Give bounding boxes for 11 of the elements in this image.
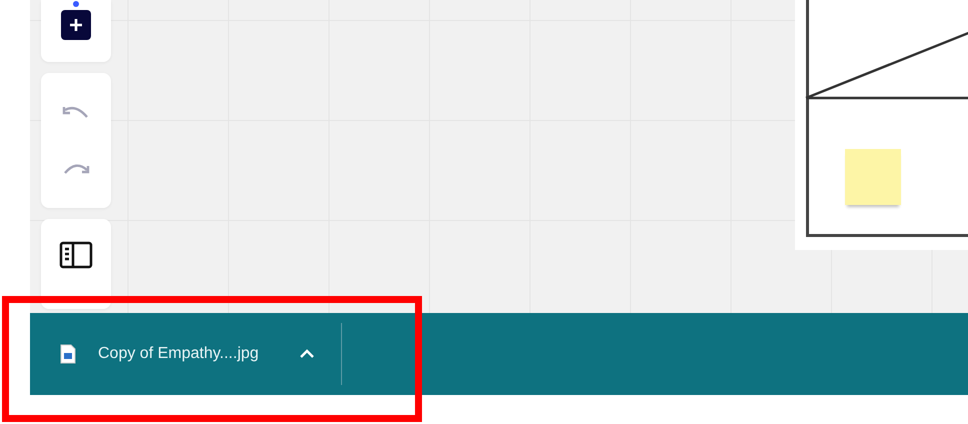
plus-icon — [68, 17, 84, 33]
file-name: Copy of Empathy....jpg — [98, 345, 259, 363]
chevron-up-icon — [298, 349, 315, 359]
add-button[interactable] — [61, 10, 91, 40]
sidebar-icon — [59, 241, 93, 269]
notification-dot-icon — [73, 1, 79, 7]
download-item[interactable]: Copy of Empathy....jpg — [30, 323, 259, 385]
undo-icon — [62, 104, 90, 120]
image-file-icon — [60, 344, 76, 364]
expand-button[interactable] — [298, 349, 315, 359]
sidebar-toggle-button[interactable] — [59, 241, 93, 269]
